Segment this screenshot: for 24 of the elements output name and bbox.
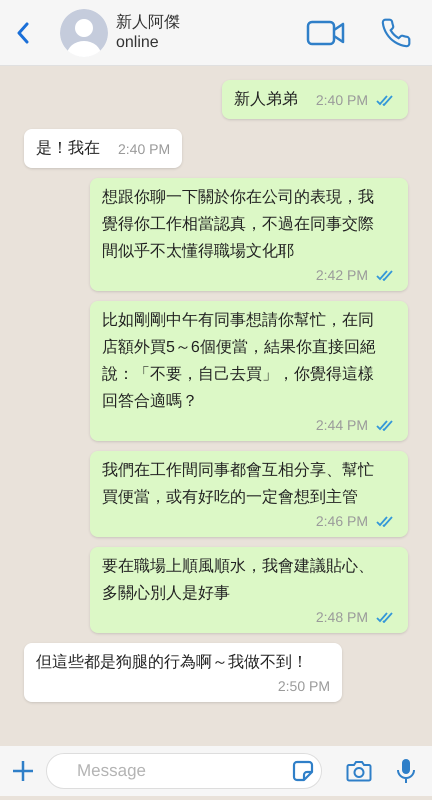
message-time: 2:40 PM — [316, 90, 368, 110]
message-text: 想跟你聊一下關於你在公司的表現，我覺得你工作相當認真，不過在同事交際間似乎不太懂得職場文化耶 — [102, 188, 375, 262]
message-time: 2:44 PM — [316, 416, 368, 435]
message-text: 新人弟弟 — [234, 90, 298, 110]
sticker-icon[interactable] — [292, 760, 314, 782]
contact-name: 新人阿傑 — [116, 12, 180, 32]
message-time: 2:46 PM — [316, 512, 368, 531]
back-icon[interactable] — [16, 22, 30, 44]
phone-icon[interactable] — [380, 16, 412, 48]
video-call-icon[interactable] — [306, 20, 346, 46]
message-field[interactable]: Message — [46, 753, 322, 789]
message-time: 2:42 PM — [316, 266, 368, 285]
message-time: 2:40 PM — [118, 140, 170, 158]
message-text: 是！我在 — [36, 138, 100, 159]
message-text: 要在職場上順風順水，我會建議貼心、多關心別人是好事 — [102, 556, 375, 604]
contact-status: online — [116, 32, 160, 52]
message-time: 2:48 PM — [316, 608, 368, 627]
message-text: 但這些都是狗腿的行為啊～我做不到！ — [36, 652, 308, 673]
message-text: 比如剛剛中午有同事想請你幫忙，在同店額外買5～6個便當，結果你直接回絕說：「不要，自己去買」，你覺得這樣回答合適嗎？ — [102, 310, 377, 412]
message-text: 我們在工作間同事都會互相分享、幫忙買便當，或有好吃的一定會想到主管 — [102, 460, 375, 508]
microphone-icon[interactable] — [396, 758, 416, 784]
camera-icon[interactable] — [346, 760, 372, 782]
plus-icon[interactable] — [12, 760, 34, 782]
message-time: 2:50 PM — [278, 677, 330, 696]
